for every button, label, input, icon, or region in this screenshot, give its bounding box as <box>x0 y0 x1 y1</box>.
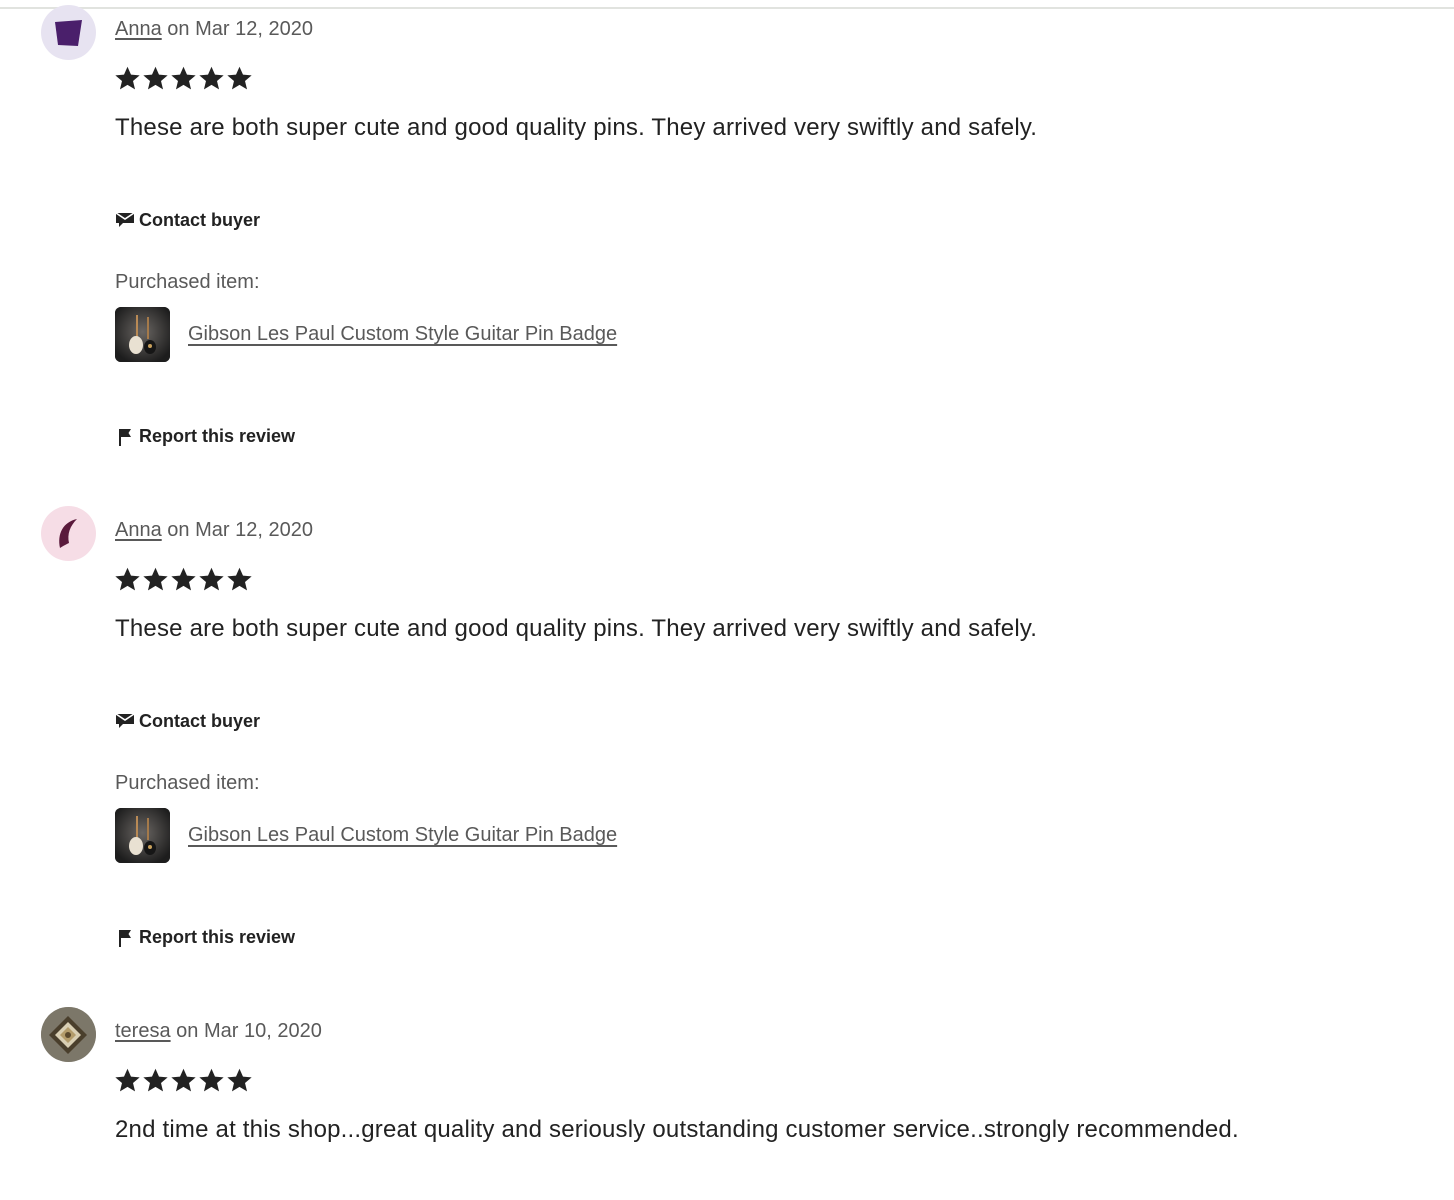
review-date: on Mar 12, 2020 <box>167 519 313 541</box>
review-text: 2nd time at this shop...great quality an… <box>115 1116 1239 1143</box>
purchased-item-label: Purchased item: <box>115 772 260 794</box>
contact-buyer-button[interactable]: Contact buyer <box>115 711 260 732</box>
item-thumbnail[interactable] <box>115 808 170 863</box>
star-icon <box>143 1068 168 1092</box>
report-review-label: Report this review <box>139 927 296 947</box>
star-icon <box>171 66 196 90</box>
review-text: These are both super cute and good quali… <box>115 615 1038 642</box>
star-icon <box>199 66 224 90</box>
purchased-item-label: Purchased item: <box>115 271 260 293</box>
contact-buyer-button[interactable]: Contact buyer <box>115 210 260 231</box>
guitar-pin-image <box>115 808 170 863</box>
purchased-item: Gibson Les Paul Custom Style Guitar Pin … <box>115 808 617 863</box>
photo-avatar-icon <box>41 1007 96 1062</box>
purchased-item-link[interactable]: Gibson Les Paul Custom Style Guitar Pin … <box>188 824 617 847</box>
star-icon <box>115 567 140 591</box>
star-icon <box>199 567 224 591</box>
star-rating <box>114 1067 253 1094</box>
report-review-button[interactable]: Report this review <box>115 426 295 447</box>
star-icon <box>115 1068 140 1092</box>
star-icon <box>171 1068 196 1092</box>
star-icon <box>143 567 168 591</box>
reviewer-name-link[interactable]: teresa <box>115 1020 171 1042</box>
star-icon <box>199 1068 224 1092</box>
star-rating <box>114 566 253 593</box>
purchased-item-link[interactable]: Gibson Les Paul Custom Style Guitar Pin … <box>188 323 617 346</box>
message-icon <box>115 211 135 227</box>
flag-icon <box>119 428 131 446</box>
star-rating <box>114 65 253 92</box>
guitar-pin-image <box>115 307 170 362</box>
reviewer-avatar[interactable] <box>41 5 96 60</box>
crescent-avatar-icon <box>41 506 96 561</box>
reviewer-name-link[interactable]: Anna <box>115 519 162 541</box>
contact-buyer-label: Contact buyer <box>139 210 261 230</box>
review-byline: Anna on Mar 12, 2020 <box>115 518 313 542</box>
report-review-label: Report this review <box>139 426 296 446</box>
flag-icon <box>119 929 131 947</box>
star-icon <box>143 66 168 90</box>
star-icon <box>227 567 252 591</box>
message-icon <box>115 712 135 728</box>
item-thumbnail[interactable] <box>115 307 170 362</box>
star-icon <box>227 66 252 90</box>
star-icon <box>227 1068 252 1092</box>
contact-buyer-label: Contact buyer <box>139 711 261 731</box>
report-review-button[interactable]: Report this review <box>115 927 295 948</box>
purple-square-avatar-icon <box>41 5 96 60</box>
review-date: on Mar 10, 2020 <box>176 1020 322 1042</box>
reviewer-avatar[interactable] <box>41 1007 96 1062</box>
top-divider <box>0 7 1454 9</box>
reviewer-name-link[interactable]: Anna <box>115 18 162 40</box>
reviewer-avatar[interactable] <box>41 506 96 561</box>
review-byline: teresa on Mar 10, 2020 <box>115 1019 322 1043</box>
review-text: These are both super cute and good quali… <box>115 114 1038 141</box>
star-icon <box>171 567 196 591</box>
star-icon <box>115 66 140 90</box>
review-byline: Anna on Mar 12, 2020 <box>115 17 313 41</box>
review-date: on Mar 12, 2020 <box>167 18 313 40</box>
purchased-item: Gibson Les Paul Custom Style Guitar Pin … <box>115 307 617 362</box>
